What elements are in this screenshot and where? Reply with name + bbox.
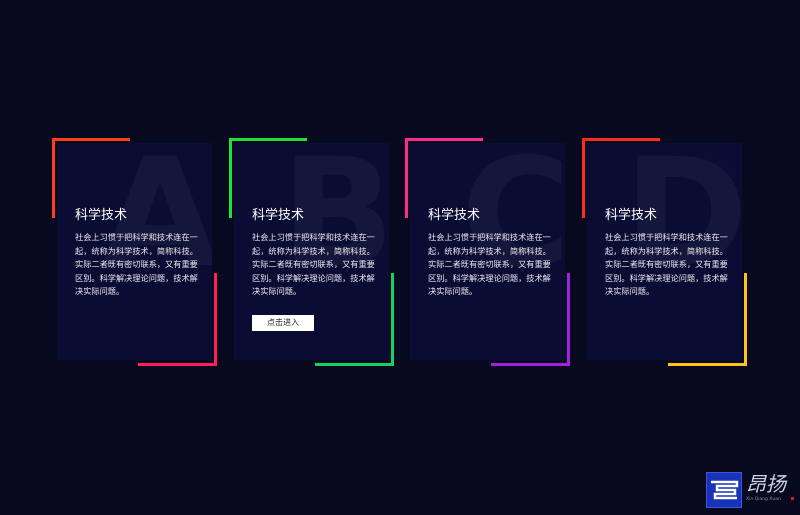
card-content: 科学技术 社会上习惯于把科学和技术连在一起，统称为科学技术，简称科技。实际二者既…: [252, 207, 380, 331]
watermark-subtitle: Xin Qiang Xuan: [746, 497, 781, 502]
watermark: 昂扬 Xin Qiang Xuan: [706, 470, 798, 510]
watermark-logo-icon: [706, 472, 742, 508]
card-description: 社会上习惯于把科学和技术连在一起，统称为科学技术，简称科技。实际二者既有密切联系…: [605, 232, 728, 296]
card-content: 科学技术 社会上习惯于把科学和技术连在一起，统称为科学技术，简称科技。实际二者既…: [428, 207, 556, 299]
card-title: 科学技术: [75, 208, 128, 223]
card-c[interactable]: C 科学技术 社会上习惯于把科学和技术连在一起，统称为科学技术，简称科技。实际二…: [410, 143, 565, 360]
card-description: 社会上习惯于把科学和技术连在一起，统称为科学技术，简称科技。实际二者既有密切联系…: [428, 232, 551, 296]
card-d[interactable]: D 科学技术 社会上习惯于把科学和技术连在一起，统称为科学技术，简称科技。实际二…: [587, 143, 742, 360]
watermark-logo-shape: [711, 480, 739, 500]
card-a[interactable]: A 科学技术 社会上习惯于把科学和技术连在一起，统称为科学技术，简称科技。实际二…: [57, 143, 212, 360]
card-description: 社会上习惯于把科学和技术连在一起，统称为科学技术，简称科技。实际二者既有密切联系…: [75, 232, 198, 296]
card-title: 科学技术: [605, 208, 658, 223]
page: A 科学技术 社会上习惯于把科学和技术连在一起，统称为科学技术，简称科技。实际二…: [0, 0, 800, 515]
enter-button[interactable]: 点击进入: [252, 314, 314, 331]
card-content: 科学技术 社会上习惯于把科学和技术连在一起，统称为科学技术，简称科技。实际二者既…: [605, 207, 733, 299]
card-content: 科学技术 社会上习惯于把科学和技术连在一起，统称为科学技术，简称科技。实际二者既…: [75, 207, 203, 299]
card-b[interactable]: B 科学技术 社会上习惯于把科学和技术连在一起，统称为科学技术，简称科技。实际二…: [234, 143, 389, 360]
card-row: A 科学技术 社会上习惯于把科学和技术连在一起，统称为科学技术，简称科技。实际二…: [0, 0, 800, 515]
card-title: 科学技术: [252, 208, 305, 223]
card-title: 科学技术: [428, 208, 481, 223]
watermark-red-dot: [791, 497, 794, 500]
card-description: 社会上习惯于把科学和技术连在一起，统称为科学技术，简称科技。实际二者既有密切联系…: [252, 232, 375, 296]
watermark-text: 昂扬: [746, 472, 786, 496]
